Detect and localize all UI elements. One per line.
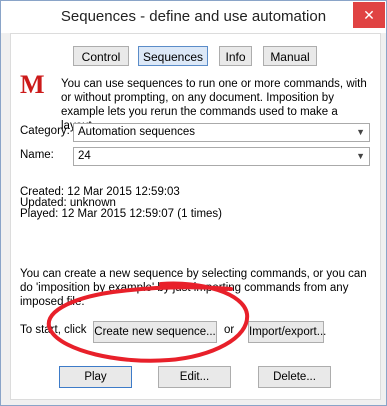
close-icon: ✕ xyxy=(363,7,375,23)
dialog-window: Sequences - define and use automation ✕ … xyxy=(0,0,387,406)
delete-button[interactable]: Delete... xyxy=(258,366,331,388)
chevron-down-icon: ▼ xyxy=(356,127,365,137)
name-label: Name: xyxy=(20,149,54,161)
create-new-sequence-button[interactable]: Create new sequence... xyxy=(93,321,217,343)
name-select[interactable]: 24 ▼ xyxy=(73,147,370,166)
or-text: or xyxy=(224,324,235,336)
dialog-content: Control Sequences Info Manual M You can … xyxy=(10,33,381,400)
start-prefix-text: To start, click xyxy=(20,324,87,336)
app-logo-icon: M xyxy=(20,70,45,99)
played-text: Played: 12 Mar 2015 12:59:07 (1 times) xyxy=(20,208,223,220)
category-value: Automation sequences xyxy=(78,126,195,138)
play-button[interactable]: Play xyxy=(59,366,132,388)
name-value: 24 xyxy=(78,150,91,162)
close-button[interactable]: ✕ xyxy=(353,2,385,28)
category-label: Category: xyxy=(20,125,70,137)
sequence-info: Created: 12 Mar 2015 12:59:03 Updated: u… xyxy=(20,186,223,220)
tab-sequences[interactable]: Sequences xyxy=(138,46,208,66)
import-export-button[interactable]: Import/export... xyxy=(248,321,326,343)
tab-control[interactable]: Control xyxy=(73,46,129,66)
tab-info[interactable]: Info xyxy=(219,46,252,66)
title-bar[interactable]: Sequences - define and use automation ✕ xyxy=(1,1,386,33)
window-title: Sequences - define and use automation xyxy=(60,8,327,25)
category-select[interactable]: Automation sequences ▼ xyxy=(73,123,370,142)
hint-text: You can create a new sequence by selecti… xyxy=(20,268,367,308)
chevron-down-icon: ▼ xyxy=(356,151,365,161)
tab-manual[interactable]: Manual xyxy=(263,46,317,66)
edit-button[interactable]: Edit... xyxy=(158,366,231,388)
